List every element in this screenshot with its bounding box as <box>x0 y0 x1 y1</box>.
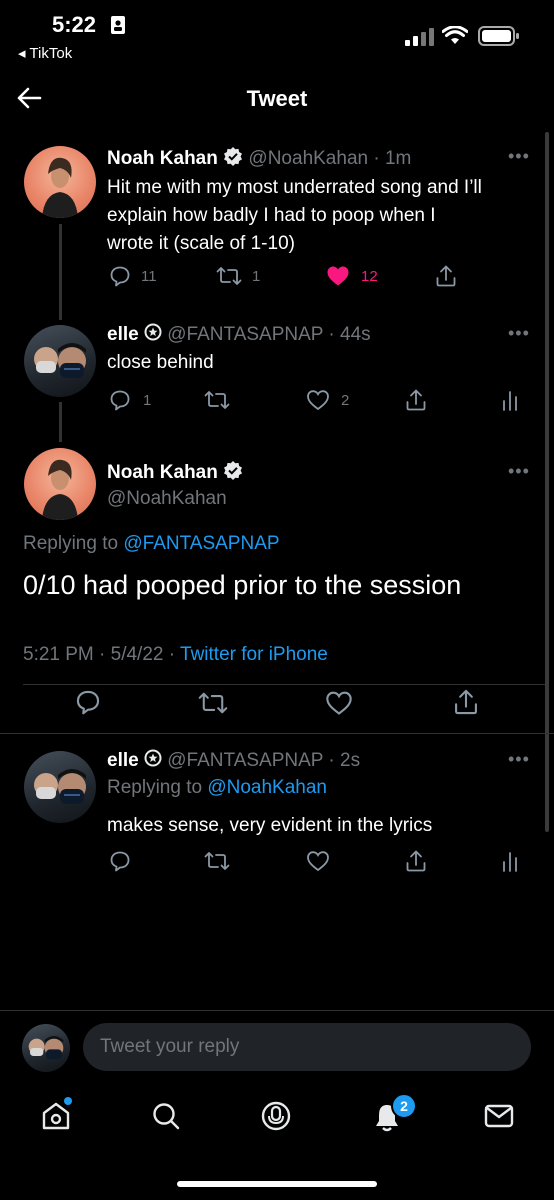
author-name[interactable]: Noah Kahan <box>107 148 218 169</box>
tweet-text-line: explain how badly I had to poop when I <box>107 205 436 226</box>
analytics-icon[interactable] <box>501 389 519 411</box>
replying-to: Replying to @NoahKahan <box>107 777 327 799</box>
tweet-text: makes sense, very evident in the lyrics <box>107 815 433 836</box>
tweet-header: elle @FANTASAPNAP · 44s <box>107 323 371 347</box>
reply-input-placeholder: Tweet your reply <box>100 1036 240 1057</box>
reply-count: 1 <box>143 392 152 409</box>
tweet-timestamp[interactable]: 5:21 PM · 5/4/22 · <box>23 644 175 665</box>
author-name[interactable]: elle <box>107 324 139 345</box>
status-time: 5:22 <box>52 12 97 37</box>
avatar[interactable] <box>24 146 96 218</box>
replying-to-label: Replying to <box>23 533 119 554</box>
reply-icon[interactable] <box>109 850 131 872</box>
tweet-timestamp-row: 5:21 PM · 5/4/22 · Twitter for iPhone <box>23 644 328 666</box>
main-tweet-text: 0/10 had pooped prior to the session <box>23 570 462 600</box>
author-handle[interactable]: @NoahKahan <box>107 488 227 510</box>
tweet-text-line: Hit me with my most underrated song and … <box>107 177 482 198</box>
unread-dot <box>64 1097 72 1105</box>
tweet-source[interactable]: Twitter for iPhone <box>180 644 328 665</box>
thread-line <box>59 224 62 320</box>
share-icon[interactable] <box>453 688 479 716</box>
avatar[interactable] <box>24 325 96 397</box>
like-heart-icon[interactable] <box>325 690 353 716</box>
author-handle[interactable]: @NoahKahan <box>248 148 368 169</box>
reply-count: 11 <box>141 268 157 285</box>
tweet-header: elle @FANTASAPNAP · 2s <box>107 749 360 773</box>
verified-badge-icon <box>223 460 243 486</box>
avatar[interactable] <box>22 1024 70 1072</box>
tweet-time: · 1m <box>373 148 412 170</box>
reply-icon[interactable] <box>75 689 101 715</box>
tweet-text: close behind <box>107 352 214 373</box>
protected-badge-icon <box>144 749 162 773</box>
page-title: Tweet <box>246 86 308 111</box>
id-card-icon <box>110 15 126 35</box>
analytics-icon[interactable] <box>501 850 519 872</box>
retweet-icon[interactable] <box>204 850 230 872</box>
tweet-header: Noah Kahan @NoahKahan · 1m <box>107 146 411 172</box>
battery-icon <box>478 26 520 46</box>
retweet-icon[interactable] <box>198 690 228 716</box>
replying-to: Replying to @FANTASAPNAP <box>23 533 280 555</box>
replying-to-label: Replying to <box>107 777 203 798</box>
retweet-icon[interactable] <box>204 389 230 411</box>
like-count: 2 <box>341 392 350 409</box>
back-to-app-link[interactable]: ◂ TikTok <box>18 44 72 62</box>
home-indicator <box>177 1181 377 1187</box>
share-icon[interactable] <box>405 388 427 412</box>
liked-heart-icon[interactable] <box>326 265 350 287</box>
like-heart-icon[interactable] <box>306 389 330 411</box>
author-handle[interactable]: @FANTASAPNAP <box>167 750 323 771</box>
retweet-icon[interactable] <box>216 265 242 287</box>
tweet-text-line: wrote it (scale of 1-10) <box>107 233 295 254</box>
spaces-icon[interactable] <box>260 1100 292 1132</box>
thread-line <box>59 402 62 442</box>
verified-badge-icon <box>223 146 243 172</box>
messages-icon[interactable] <box>484 1103 514 1129</box>
scrollbar[interactable] <box>545 132 549 832</box>
reply-input[interactable]: Tweet your reply <box>83 1023 531 1071</box>
more-options-icon[interactable]: ••• <box>508 323 530 344</box>
author-name[interactable]: Noah Kahan <box>107 462 218 483</box>
reply-icon[interactable] <box>109 265 131 287</box>
author-name-row: Noah Kahan <box>107 460 243 486</box>
tweet-time: · 2s <box>328 750 361 772</box>
retweet-count: 1 <box>252 268 261 285</box>
avatar[interactable] <box>24 751 96 823</box>
reply-icon[interactable] <box>109 389 131 411</box>
more-options-icon[interactable]: ••• <box>508 749 530 770</box>
more-options-icon[interactable]: ••• <box>508 146 530 167</box>
divider <box>23 684 545 685</box>
wifi-icon <box>442 26 468 46</box>
share-icon[interactable] <box>405 849 427 873</box>
cellular-signal-icon <box>405 28 435 46</box>
notifications-badge: 2 <box>391 1093 417 1119</box>
avatar[interactable] <box>24 448 96 520</box>
author-name[interactable]: elle <box>107 750 139 771</box>
replying-to-handle[interactable]: @NoahKahan <box>207 777 327 798</box>
tweet-text: Hit me with my most underrated song and … <box>107 174 482 258</box>
like-count: 12 <box>361 268 378 285</box>
replying-to-handle[interactable]: @FANTASAPNAP <box>123 533 279 554</box>
author-handle[interactable]: @FANTASAPNAP <box>167 324 323 345</box>
like-heart-icon[interactable] <box>306 850 330 872</box>
tweet-time: · 44s <box>328 324 371 346</box>
divider <box>0 1010 554 1011</box>
divider <box>0 733 554 734</box>
protected-badge-icon <box>144 323 162 347</box>
share-icon[interactable] <box>435 264 457 288</box>
more-options-icon[interactable]: ••• <box>508 461 530 482</box>
search-icon[interactable] <box>151 1101 181 1131</box>
